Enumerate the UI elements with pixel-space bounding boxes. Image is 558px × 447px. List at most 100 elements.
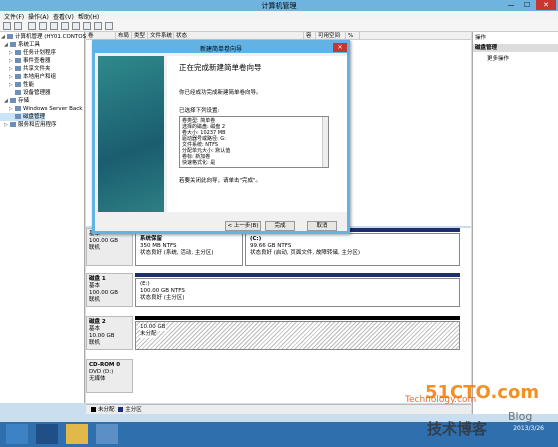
computer-management-icon[interactable] xyxy=(96,424,118,444)
column-status[interactable]: 状态 xyxy=(174,32,304,40)
disk-1-label[interactable]: 磁盘 1 基本 100.00 GB 联机 xyxy=(86,273,133,307)
disk-2-bar xyxy=(135,316,460,320)
window-title: 计算机管理 xyxy=(261,2,297,10)
dialog-close-button[interactable]: ✕ xyxy=(333,43,347,52)
forward-icon[interactable] xyxy=(14,22,22,30)
back-button[interactable]: < 上一步(B) xyxy=(225,221,261,231)
dialog-titlebar[interactable]: 新建简单卷向导 ✕ xyxy=(95,43,347,53)
close-button[interactable]: ✕ xyxy=(536,0,556,10)
properties-icon[interactable] xyxy=(39,22,47,30)
new-simple-volume-wizard: 新建简单卷向导 ✕ 正在完成新建简单卷向导 你已经成功完成新建简单卷向导。 已选… xyxy=(92,40,350,234)
check-icon[interactable] xyxy=(72,22,80,30)
computer-icon xyxy=(7,34,13,39)
tree-item-local-users[interactable]: ▷ 本地用户和组 xyxy=(0,73,56,81)
cdrom-status: 无媒体 xyxy=(89,376,106,382)
setting-line: 快速格式化: 是 xyxy=(182,160,216,166)
tree-item-computer-management[interactable]: ◢ 计算机管理 (HY01.CONTOSO xyxy=(0,33,90,41)
partition-e[interactable]: (E:) 100.00 GB NTFS 状态良好 (主分区) xyxy=(135,278,460,307)
folder-icon[interactable] xyxy=(83,22,91,30)
server-manager-icon[interactable] xyxy=(6,424,28,444)
more-actions-link[interactable]: 更多操作 xyxy=(487,54,509,62)
tree-item-event-viewer[interactable]: ▷ 事件查看器 xyxy=(0,57,51,65)
partition-system-reserved[interactable]: 系统保留 350 MB NTFS 状态良好 (系统, 活动, 主分区) xyxy=(135,233,243,266)
volume-list-header: 卷 布局 类型 文件系统 状态 容量 可用空间 % xyxy=(86,32,471,47)
wizard-heading: 正在完成新建简单卷向导 xyxy=(179,63,262,72)
tree-item-storage[interactable]: ◢ 存储 xyxy=(0,97,29,105)
disk-status: 联机 xyxy=(89,297,101,303)
search-icon[interactable] xyxy=(94,22,102,30)
unallocated-swatch xyxy=(91,407,96,412)
settings-label: 已选择下列设置: xyxy=(179,108,220,114)
actions-pane: 操作 磁盘管理 更多操作 xyxy=(472,32,558,414)
menu-bar: 文件(F) 操作(A) 查看(V) 帮助(H) xyxy=(0,11,558,21)
disk-status: 联机 xyxy=(89,245,101,251)
actions-section-disk-management[interactable]: 磁盘管理 xyxy=(473,44,558,52)
storage-icon xyxy=(10,98,16,103)
watermark-cn: 技术博客 xyxy=(427,420,488,438)
disk-map: 基本 100.00 GB 联机 系统保留 350 MB NTFS 状态良好 (系… xyxy=(86,228,471,403)
folder-icon xyxy=(15,66,21,71)
navigation-tree: ◢ 计算机管理 (HY01.CONTOSO ◢ 系统工具 ▷ 任务计划程序 ▷ 事件查看… xyxy=(0,32,90,403)
tree-item-windows-server-backup[interactable]: ▷ Windows Server Back xyxy=(0,105,82,113)
minimize-button[interactable]: — xyxy=(504,0,518,10)
dialog-title: 新建简单卷向导 xyxy=(199,46,242,53)
cdrom-label[interactable]: CD-ROM 0 DVD (D:) 无媒体 xyxy=(86,359,133,393)
tree-item-task-scheduler[interactable]: ▷ 任务计划程序 xyxy=(0,49,56,57)
tree-item-system-tools[interactable]: ◢ 系统工具 xyxy=(0,41,40,49)
tree-item-services-apps[interactable]: ▷ 服务和应用程序 xyxy=(0,121,57,129)
disk-legend: 未分配 主分区 xyxy=(86,404,471,414)
up-icon[interactable] xyxy=(28,22,36,30)
actions-header: 操作 xyxy=(475,35,487,41)
finish-button[interactable]: 完成 xyxy=(265,221,295,231)
tools-icon xyxy=(10,42,16,47)
performance-icon xyxy=(15,82,21,87)
disk-1-bar xyxy=(135,273,460,277)
back-icon[interactable] xyxy=(3,22,11,30)
column-capacity[interactable]: 容量 xyxy=(304,32,316,47)
maximize-button[interactable]: ☐ xyxy=(520,0,534,10)
tree-item-device-manager[interactable]: 设备管理器 xyxy=(0,89,51,97)
disk-icon xyxy=(15,114,21,119)
disk-size: 100.00 GB xyxy=(89,290,119,296)
clock[interactable]: 2013/3/26 xyxy=(513,425,544,433)
view-icon[interactable] xyxy=(105,22,113,30)
services-icon xyxy=(10,122,16,127)
tree-item-shared-folders[interactable]: ▷ 共享文件夹 xyxy=(0,65,51,73)
primary-swatch xyxy=(118,407,124,412)
partition-c[interactable]: (C:) 99.66 GB NTFS 状态良好 (启动, 页面文件, 故障转储,… xyxy=(245,233,460,266)
watermark-site: Technology.com xyxy=(405,395,477,405)
settings-scrollbar[interactable] xyxy=(322,117,328,167)
help-icon[interactable] xyxy=(50,22,58,30)
file-explorer-icon[interactable] xyxy=(66,424,88,444)
wizard-content: 正在完成新建简单卷向导 你已经成功完成新建简单卷向导。 已选择下列设置: 卷类型… xyxy=(167,56,347,212)
users-icon xyxy=(15,74,21,79)
event-icon xyxy=(15,58,21,63)
column-filesystem[interactable]: 文件系统 xyxy=(148,32,174,40)
device-icon xyxy=(15,90,21,95)
wizard-description: 你已经成功完成新建简单卷向导。 xyxy=(179,90,262,96)
wizard-banner xyxy=(98,56,164,212)
disk-type: 基本 xyxy=(89,283,101,289)
tree-item-disk-management[interactable]: 磁盘管理 xyxy=(0,113,46,121)
cancel-button[interactable]: 取消 xyxy=(307,221,337,231)
disk-type: 基本 xyxy=(89,326,101,332)
partition-unallocated[interactable]: 10.00 GB 未分配 xyxy=(135,321,460,350)
column-type[interactable]: 类型 xyxy=(132,32,148,40)
disk-size: 100.00 GB xyxy=(89,238,119,244)
settings-summary-box[interactable]: 卷类型: 简单卷 选择的磁盘: 磁盘 2 卷大小: 10237 MB 驱动器号或… xyxy=(179,116,329,168)
column-volume[interactable]: 卷 xyxy=(86,32,116,40)
tree-item-performance[interactable]: ▷ 性能 xyxy=(0,81,34,89)
powershell-icon[interactable] xyxy=(36,424,58,444)
column-percent[interactable]: % xyxy=(346,32,360,40)
disk-size: 10.00 GB xyxy=(89,333,115,339)
window-titlebar[interactable]: 计算机管理 — ☐ ✕ xyxy=(0,0,558,11)
column-free-space[interactable]: 可用空间 xyxy=(316,32,346,40)
disk-status: 联机 xyxy=(89,340,101,346)
wizard-close-instruction: 若要关闭此向导，请单击"完成"。 xyxy=(179,178,262,184)
toolbar xyxy=(0,20,558,32)
console-icon[interactable] xyxy=(61,22,69,30)
backup-icon xyxy=(15,106,21,111)
column-layout[interactable]: 布局 xyxy=(116,32,132,40)
cdrom-type: DVD (D:) xyxy=(89,369,114,375)
disk-2-label[interactable]: 磁盘 2 基本 10.00 GB 联机 xyxy=(86,316,133,350)
